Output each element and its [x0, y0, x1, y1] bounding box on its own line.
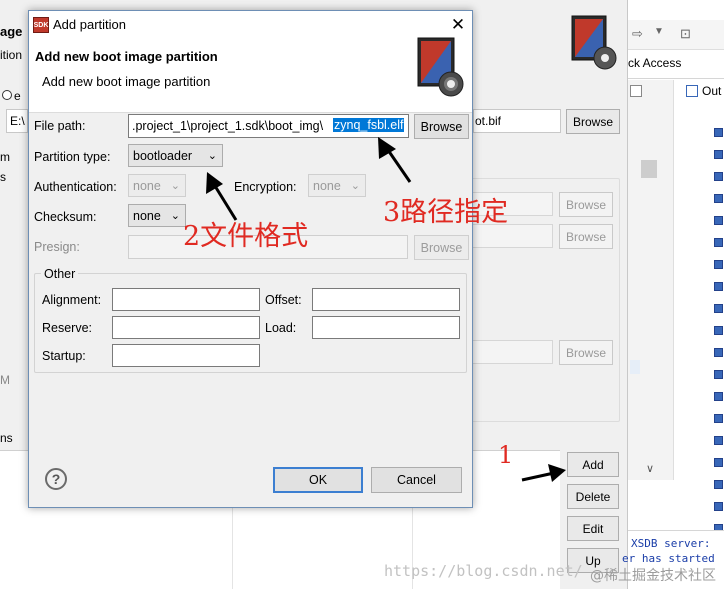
- watermark-url: https://blog.csdn.net/: [384, 562, 583, 580]
- watermark-brand: @稀土掘金技术社区: [590, 568, 716, 584]
- arrow-to-file-path-icon: [378, 137, 412, 183]
- arrow-to-add-icon: [521, 464, 566, 482]
- arrow-to-partition-type-icon: [206, 172, 238, 221]
- annotation-arrows: [206, 137, 566, 482]
